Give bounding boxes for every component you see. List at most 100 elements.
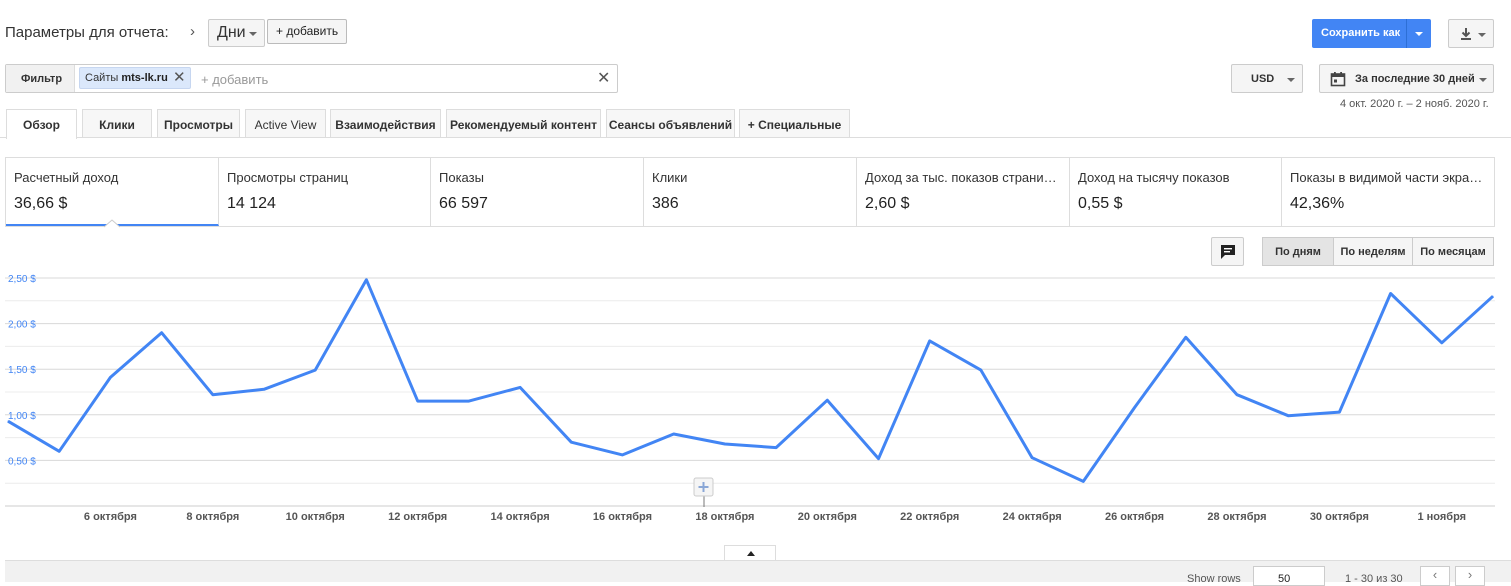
prev-page-button[interactable]: ‹ bbox=[1420, 566, 1450, 586]
data-point[interactable] bbox=[826, 399, 828, 401]
show-rows-label: Show rows bbox=[1187, 573, 1241, 585]
tab-clicks[interactable]: Клики bbox=[82, 109, 152, 137]
next-page-button[interactable]: › bbox=[1455, 566, 1485, 586]
data-point[interactable] bbox=[775, 447, 777, 449]
annotations-button[interactable] bbox=[1211, 237, 1244, 266]
data-point[interactable] bbox=[1492, 295, 1494, 297]
data-point[interactable] bbox=[161, 332, 163, 334]
x-tick-label: 28 октября bbox=[1207, 511, 1266, 523]
x-tick-label: 8 октября bbox=[186, 511, 239, 523]
x-tick-label: 18 октября bbox=[695, 511, 754, 523]
data-point[interactable] bbox=[314, 369, 316, 371]
data-point[interactable] bbox=[1185, 336, 1187, 338]
metric-title: Показы bbox=[439, 170, 484, 185]
metric-card-impressions[interactable]: Показы 66 597 bbox=[431, 158, 644, 226]
x-tick-label: 10 октября bbox=[286, 511, 345, 523]
tab-overview[interactable]: Обзор bbox=[6, 109, 77, 139]
x-tick-label: 1 ноября bbox=[1417, 511, 1466, 523]
series-line[interactable] bbox=[7, 278, 1495, 483]
comment-icon bbox=[1221, 245, 1235, 259]
data-point[interactable] bbox=[1031, 457, 1033, 459]
data-point[interactable] bbox=[929, 340, 931, 342]
data-point[interactable] bbox=[1287, 415, 1289, 417]
data-point[interactable] bbox=[724, 443, 726, 445]
by-month-button[interactable]: По месяцам bbox=[1412, 237, 1494, 266]
metric-card-estimated-revenue[interactable]: Расчетный доход 36,66 $ bbox=[6, 158, 219, 226]
currency-dropdown[interactable]: USD bbox=[1231, 64, 1303, 93]
metric-card-page-rpm[interactable]: Доход за тыс. показов страни… 2,60 $ bbox=[857, 158, 1070, 226]
x-tick-label: 24 октября bbox=[1003, 511, 1062, 523]
granularity-dropdown[interactable]: Дни bbox=[208, 19, 265, 47]
add-dimension-button[interactable]: + добавить bbox=[267, 19, 348, 44]
data-point[interactable] bbox=[58, 450, 60, 452]
metric-card-impression-rpm[interactable]: Доход на тысячу показов 0,55 $ bbox=[1070, 158, 1282, 226]
data-point[interactable] bbox=[1338, 411, 1340, 413]
x-tick-label: 12 октября bbox=[388, 511, 447, 523]
save-as-button[interactable]: Сохранить как bbox=[1312, 19, 1406, 48]
data-point[interactable] bbox=[519, 386, 521, 388]
download-button[interactable] bbox=[1448, 19, 1494, 48]
calendar-icon bbox=[1330, 72, 1346, 87]
data-point[interactable] bbox=[980, 369, 982, 371]
metric-value: 66 597 bbox=[439, 195, 488, 212]
data-point[interactable] bbox=[1441, 342, 1443, 344]
data-point[interactable] bbox=[263, 388, 265, 390]
data-point[interactable] bbox=[109, 376, 111, 378]
revenue-line-chart: 2,50 $ 2,00 $ 1,50 $ 1,00 $ 0,50 $ 6 октября… bbox=[5, 274, 1495, 523]
chevron-left-icon: ‹ bbox=[1432, 567, 1438, 582]
data-point[interactable] bbox=[212, 394, 214, 396]
data-point[interactable] bbox=[621, 454, 623, 456]
metric-card-page-views[interactable]: Просмотры страниц 14 124 bbox=[219, 158, 431, 226]
metric-card-clicks[interactable]: Клики 386 bbox=[644, 158, 857, 226]
currency-value: USD bbox=[1251, 73, 1275, 85]
remove-filter-icon[interactable]: ✕ bbox=[173, 68, 186, 86]
metric-card-viewability[interactable]: Показы в видимой части экра… 42,36% bbox=[1282, 158, 1494, 226]
metric-value: 386 bbox=[652, 195, 679, 212]
tab-recommended-content[interactable]: Рекомендуемый контент bbox=[446, 109, 601, 137]
clear-filters-icon[interactable]: ✕ bbox=[597, 68, 610, 88]
data-point[interactable] bbox=[417, 400, 419, 402]
y-tick-label: 2,50 $ bbox=[8, 274, 36, 285]
caret-down-icon bbox=[1287, 78, 1295, 82]
rows-per-page-select[interactable]: 50 bbox=[1253, 566, 1325, 586]
collapse-chart-toggle[interactable] bbox=[724, 545, 776, 561]
caret-down-icon bbox=[249, 32, 257, 36]
data-point[interactable] bbox=[1082, 480, 1084, 482]
data-point[interactable] bbox=[1134, 407, 1136, 409]
chevron-up-icon bbox=[747, 551, 755, 556]
tab-interactions[interactable]: Взаимодействия bbox=[330, 109, 441, 137]
tab-active-view[interactable]: Active View bbox=[245, 109, 326, 137]
chevron-right-icon: › bbox=[1467, 567, 1473, 582]
data-point[interactable] bbox=[1236, 394, 1238, 396]
filter-chip-prefix: Сайты bbox=[85, 72, 119, 84]
pagination-range: 1 - 30 из 30 bbox=[1345, 573, 1403, 585]
tab-views[interactable]: Просмотры bbox=[157, 109, 240, 137]
date-range-label: За последние 30 дней bbox=[1355, 73, 1475, 85]
active-metric-pointer-icon bbox=[104, 219, 120, 228]
save-options-dropdown[interactable] bbox=[1406, 19, 1431, 48]
by-day-button[interactable]: По дням bbox=[1262, 237, 1334, 266]
data-point[interactable] bbox=[1390, 293, 1392, 295]
x-tick-label: 16 октября bbox=[593, 511, 652, 523]
metric-cards: Расчетный доход 36,66 $ Просмотры страни… bbox=[5, 157, 1495, 227]
caret-down-icon bbox=[1478, 33, 1486, 37]
data-point[interactable] bbox=[7, 420, 9, 422]
data-point[interactable] bbox=[673, 433, 675, 435]
filter-label[interactable]: Фильтр bbox=[6, 65, 75, 92]
y-tick-label: 2,00 $ bbox=[8, 320, 36, 331]
data-point[interactable] bbox=[365, 279, 367, 281]
filter-add-input[interactable]: + добавить bbox=[201, 72, 268, 87]
data-point[interactable] bbox=[878, 458, 880, 460]
rows-per-page-value: 50 bbox=[1278, 573, 1291, 585]
data-point[interactable] bbox=[468, 400, 470, 402]
tab-custom[interactable]: + Специальные bbox=[739, 109, 850, 137]
add-annotation-marker[interactable] bbox=[693, 477, 714, 507]
x-tick-label: 26 октября bbox=[1105, 511, 1164, 523]
by-week-button[interactable]: По неделям bbox=[1333, 237, 1413, 266]
data-point[interactable] bbox=[570, 441, 572, 443]
y-tick-label: 1,50 $ bbox=[8, 365, 36, 376]
tab-ad-sessions[interactable]: Сеансы объявлений bbox=[606, 109, 735, 137]
date-range-dropdown[interactable]: За последние 30 дней bbox=[1319, 64, 1494, 93]
metric-value: 0,55 $ bbox=[1078, 195, 1123, 212]
metric-value: 42,36% bbox=[1290, 195, 1345, 212]
